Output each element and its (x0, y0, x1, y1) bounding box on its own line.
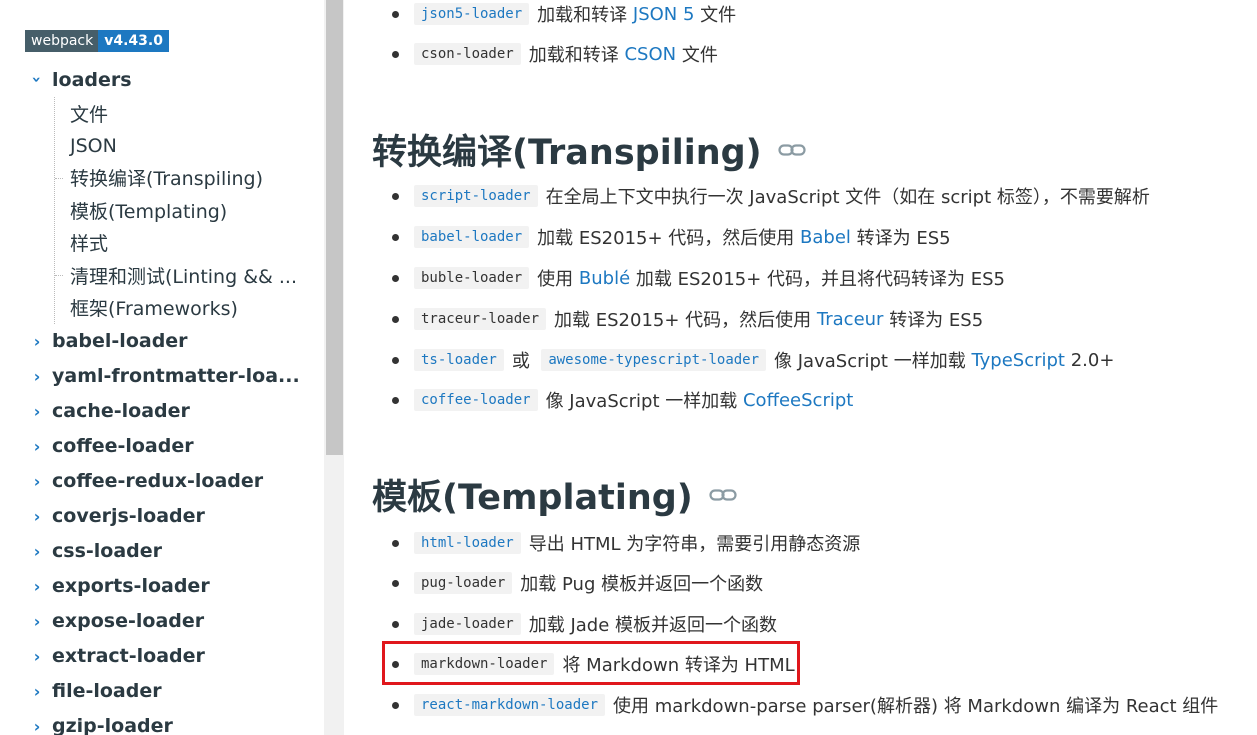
list-item: ts-loader 或 awesome-typescript-loader 像 … (374, 340, 1254, 380)
chevron-right-icon: › (33, 681, 41, 701)
list-item: json5-loader 加载和转译 JSON 5 文件 (374, 0, 1254, 34)
chevron-right-icon: › (33, 331, 41, 351)
section-heading-templating: 模板(Templating) (372, 469, 737, 520)
bullet-dot (392, 233, 399, 241)
sidebar-subitem-frameworks[interactable]: 框架(Frameworks) (55, 291, 324, 323)
bullet-dot (392, 315, 399, 323)
bullet-dot (392, 274, 399, 282)
link-cson[interactable]: CSON (624, 44, 676, 65)
list-item: script-loader 在全局上下文中执行一次 JavaScript 文件（… (374, 176, 1254, 216)
sidebar-item-coffee-redux-loader[interactable]: › coffee-redux-loader (0, 464, 324, 499)
sidebar-item-coffee-loader[interactable]: › coffee-loader (0, 429, 324, 464)
loader-code-buble: buble-loader (414, 267, 530, 289)
sidebar-item-cache-loader[interactable]: › cache-loader (0, 394, 324, 429)
bullet-dot (392, 396, 399, 404)
main-content: json5-loader 加载和转译 JSON 5 文件 cson-loader… (344, 0, 1257, 735)
chevron-right-icon: › (33, 471, 41, 491)
loader-link-awesome-typescript[interactable]: awesome-typescript-loader (541, 349, 767, 371)
sidebar: webpack v4.43.0 › loaders 文件 JSON 转换编译(T… (0, 0, 324, 735)
link-buble[interactable]: Bublé (579, 268, 630, 289)
chevron-right-icon: › (33, 401, 41, 421)
loader-link-babel[interactable]: babel-loader (414, 226, 530, 248)
bullet-dot (392, 10, 399, 18)
sidebar-item-label: loaders (52, 68, 132, 91)
loader-code-cson: cson-loader (414, 43, 521, 65)
loader-link-json5[interactable]: json5-loader (414, 3, 530, 25)
sidebar-item-yaml-frontmatter-loader[interactable]: › yaml-frontmatter-loa... (0, 359, 324, 394)
list-item: jade-loader 加载 Jade 模板并返回一个函数 (374, 604, 1254, 644)
loader-link-react-markdown[interactable]: react-markdown-loader (414, 694, 606, 716)
badge-name: webpack (25, 30, 99, 52)
link-json5[interactable]: JSON 5 (633, 4, 695, 25)
badge-version: v4.43.0 (98, 30, 169, 52)
link-traceur[interactable]: Traceur (817, 309, 884, 330)
sidebar-item-expose-loader[interactable]: › expose-loader (0, 604, 324, 639)
chevron-right-icon: › (33, 366, 41, 386)
loader-link-html[interactable]: html-loader (414, 532, 521, 554)
list-item: coffee-loader 像 JavaScript 一样加载 CoffeeSc… (374, 380, 1254, 420)
chevron-right-icon: › (33, 541, 41, 561)
sidebar-subitem-templating[interactable]: 模板(Templating) (55, 194, 324, 226)
loader-code-traceur: traceur-loader (414, 308, 547, 330)
chevron-right-icon: › (33, 436, 41, 456)
list-item: react-markdown-loader 使用 markdown-parse … (374, 685, 1254, 725)
loader-code-pug: pug-loader (414, 572, 513, 594)
loader-link-ts[interactable]: ts-loader (414, 349, 504, 371)
chevron-right-icon: › (33, 506, 41, 526)
section-heading-transpiling: 转换编译(Transpiling) (372, 124, 806, 175)
list-item: babel-loader 加载 ES2015+ 代码，然后使用 Babel 转译… (374, 217, 1254, 257)
chevron-right-icon: › (33, 716, 41, 735)
bullet-dot (392, 701, 399, 709)
sidebar-subitem-transpiling[interactable]: 转换编译(Transpiling) (55, 162, 324, 194)
highlight-annotation-box (382, 641, 800, 685)
link-icon[interactable] (778, 143, 806, 157)
sidebar-item-loaders[interactable]: › loaders (0, 62, 324, 97)
chevron-right-icon: › (33, 576, 41, 596)
sidebar-subitem-styling[interactable]: 样式 (55, 227, 324, 259)
chevron-right-icon: › (33, 611, 41, 631)
sidebar-nav: › loaders 文件 JSON 转换编译(Transpiling) 模板(T… (0, 62, 324, 735)
sidebar-item-file-loader[interactable]: › file-loader (0, 674, 324, 709)
sidebar-subitem-json[interactable]: JSON (55, 129, 324, 161)
list-item: cson-loader 加载和转译 CSON 文件 (374, 34, 1254, 74)
sidebar-item-extract-loader[interactable]: › extract-loader (0, 639, 324, 674)
bullet-dot (392, 192, 399, 200)
link-babel[interactable]: Babel (800, 227, 851, 248)
list-item: pug-loader 加载 Pug 模板并返回一个函数 (374, 563, 1254, 603)
loader-link-coffee[interactable]: coffee-loader (414, 389, 538, 411)
bullet-dot (392, 539, 399, 547)
bullet-dot (392, 50, 399, 58)
sidebar-item-gzip-loader[interactable]: › gzip-loader (0, 709, 324, 735)
link-coffeescript[interactable]: CoffeeScript (743, 390, 853, 411)
list-item: html-loader 导出 HTML 为字符串，需要引用静态资源 (374, 523, 1254, 563)
sidebar-subitem-files[interactable]: 文件 (55, 97, 324, 129)
list-item: traceur-loader 加载 ES2015+ 代码，然后使用 Traceu… (374, 299, 1254, 339)
bullet-dot (392, 579, 399, 587)
bullet-dot (392, 356, 399, 364)
loader-code-jade: jade-loader (414, 613, 521, 635)
chevron-right-icon: › (33, 646, 41, 666)
loader-link-script[interactable]: script-loader (414, 185, 538, 207)
sidebar-subitem-linting[interactable]: 清理和测试(Linting && ... (55, 259, 324, 291)
version-badge[interactable]: webpack v4.43.0 (25, 30, 169, 52)
sidebar-scrollbar-thumb[interactable] (326, 0, 343, 455)
bullet-dot (392, 620, 399, 628)
sidebar-item-exports-loader[interactable]: › exports-loader (0, 569, 324, 604)
link-typescript[interactable]: TypeScript (971, 350, 1065, 371)
sidebar-item-css-loader[interactable]: › css-loader (0, 534, 324, 569)
sidebar-scrollbar[interactable] (324, 0, 344, 735)
sidebar-subsection-list: 文件 JSON 转换编译(Transpiling) 模板(Templating)… (54, 97, 324, 324)
sidebar-item-babel-loader[interactable]: › babel-loader (0, 324, 324, 359)
chevron-down-icon: › (27, 76, 47, 83)
sidebar-item-coverjs-loader[interactable]: › coverjs-loader (0, 499, 324, 534)
link-icon[interactable] (709, 488, 737, 502)
list-item: buble-loader 使用 Bublé 加载 ES2015+ 代码，并且将代… (374, 258, 1254, 298)
